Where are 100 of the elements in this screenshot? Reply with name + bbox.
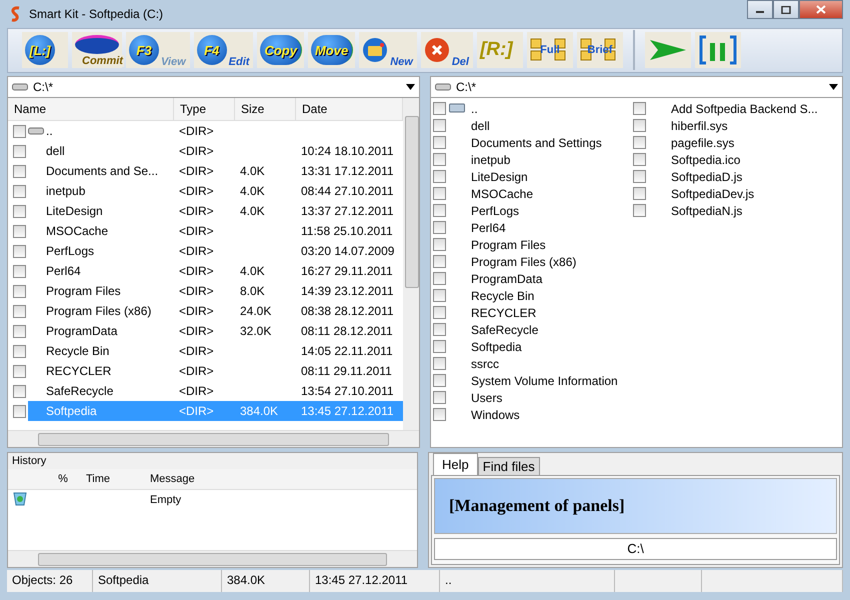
- checkbox[interactable]: [13, 124, 26, 138]
- checkbox[interactable]: [633, 204, 646, 218]
- checkbox[interactable]: [633, 102, 646, 116]
- checkbox[interactable]: [433, 391, 446, 404]
- maximize-button[interactable]: [773, 0, 799, 19]
- checkbox[interactable]: [13, 384, 26, 398]
- tab[interactable]: Help: [433, 452, 478, 475]
- file-row[interactable]: Program Files <DIR> 8.0K 14:39 23.12.2011: [28, 281, 403, 302]
- checkbox[interactable]: [633, 153, 646, 166]
- toolbar-button[interactable]: Commit: [72, 32, 122, 68]
- checkbox[interactable]: [433, 136, 446, 150]
- checkbox[interactable]: [13, 224, 26, 238]
- checkbox[interactable]: [13, 324, 26, 338]
- checkbox[interactable]: [13, 284, 26, 298]
- path-field[interactable]: C:\: [434, 538, 837, 560]
- file-row[interactable]: Recycle Bin <DIR> 14:05 22.11.2011: [28, 341, 403, 362]
- file-row[interactable]: inetpub <DIR> 4.0K 08:44 27.10.2011: [28, 181, 403, 202]
- checkbox[interactable]: [633, 187, 646, 200]
- column-header[interactable]: Message: [146, 472, 417, 485]
- toolbar-button[interactable]: Full: [526, 32, 573, 68]
- checkbox[interactable]: [433, 289, 446, 302]
- file-name[interactable]: ssrcc: [471, 356, 499, 371]
- vertical-scrollbar[interactable]: [403, 98, 419, 430]
- file-row[interactable]: dell <DIR> 10:24 18.10.2011: [28, 141, 403, 162]
- horizontal-scrollbar[interactable]: [8, 430, 419, 447]
- checkbox[interactable]: [433, 272, 446, 286]
- file-name[interactable]: MSOCache: [471, 186, 534, 201]
- file-name[interactable]: Perl64: [471, 220, 506, 235]
- checkbox[interactable]: [433, 238, 446, 252]
- file-row[interactable]: PerfLogs <DIR> 03:20 14.07.2009: [28, 241, 403, 262]
- column-header[interactable]: Type: [174, 98, 235, 120]
- checkbox[interactable]: [433, 357, 446, 370]
- checkbox[interactable]: [13, 164, 26, 178]
- file-name[interactable]: Softpedia.ico: [671, 152, 740, 167]
- checkbox[interactable]: [433, 204, 446, 218]
- checkbox[interactable]: [13, 144, 26, 158]
- file-name[interactable]: RECYCLER: [471, 306, 536, 320]
- toolbar-button[interactable]: Brief: [576, 32, 623, 68]
- checkbox[interactable]: [433, 119, 446, 132]
- checkbox[interactable]: [433, 408, 446, 422]
- file-name[interactable]: Users: [471, 390, 502, 405]
- checkbox[interactable]: [433, 323, 446, 336]
- file-name[interactable]: dell: [471, 118, 490, 133]
- checkbox[interactable]: [433, 221, 446, 234]
- checkbox[interactable]: [13, 244, 26, 258]
- toolbar-button[interactable]: [694, 32, 741, 68]
- file-name[interactable]: ..: [471, 102, 478, 116]
- file-name[interactable]: Documents and Settings: [471, 136, 602, 150]
- file-name[interactable]: pagefile.sys: [671, 136, 734, 150]
- file-name[interactable]: inetpub: [471, 152, 510, 167]
- file-row[interactable]: Documents and Se... <DIR> 4.0K 13:31 17.12.2011: [28, 161, 403, 182]
- checkbox[interactable]: [633, 136, 646, 150]
- checkbox[interactable]: [13, 184, 26, 198]
- toolbar-button[interactable]: New: [359, 32, 417, 68]
- checkbox[interactable]: [433, 187, 446, 200]
- file-row[interactable]: ProgramData <DIR> 32.0K 08:11 28.12.2011: [28, 321, 403, 342]
- minimize-button[interactable]: [747, 0, 773, 19]
- file-name[interactable]: PerfLogs: [471, 204, 520, 218]
- toolbar-button[interactable]: Del: [420, 32, 473, 68]
- checkbox[interactable]: [433, 255, 446, 268]
- checkbox[interactable]: [433, 306, 446, 320]
- file-name[interactable]: SoftpediaN.js: [671, 204, 742, 218]
- checkbox[interactable]: [433, 374, 446, 388]
- checkbox[interactable]: [13, 404, 26, 418]
- checkbox[interactable]: [13, 204, 26, 218]
- file-name[interactable]: SafeRecycle: [471, 322, 538, 337]
- checkbox[interactable]: [433, 170, 446, 184]
- file-name[interactable]: SoftpediaDev.js: [671, 186, 754, 201]
- toolbar-button[interactable]: F4 Edit: [194, 32, 254, 68]
- file-name[interactable]: Add Softpedia Backend S...: [671, 102, 818, 116]
- file-name[interactable]: Program Files (x86): [471, 254, 576, 269]
- file-name[interactable]: Program Files: [471, 238, 546, 252]
- file-name[interactable]: Windows: [471, 408, 520, 422]
- checkbox[interactable]: [13, 344, 26, 358]
- column-header[interactable]: Name: [8, 98, 174, 120]
- checkbox[interactable]: [13, 304, 26, 318]
- file-row[interactable]: SafeRecycle <DIR> 13:54 27.10.2011: [28, 381, 403, 402]
- file-name[interactable]: ProgramData: [471, 272, 542, 286]
- column-header[interactable]: Size: [235, 98, 296, 120]
- file-name[interactable]: hiberfil.sys: [671, 118, 728, 133]
- checkbox[interactable]: [433, 102, 446, 116]
- file-name[interactable]: SoftpediaD.js: [671, 170, 742, 184]
- file-name[interactable]: Recycle Bin: [471, 288, 534, 303]
- file-name[interactable]: Softpedia: [471, 340, 522, 354]
- file-row[interactable]: MSOCache <DIR> 11:58 25.10.2011: [28, 221, 403, 242]
- file-name[interactable]: LiteDesign: [471, 170, 528, 184]
- horizontal-scrollbar[interactable]: [8, 550, 417, 568]
- checkbox[interactable]: [633, 119, 646, 132]
- file-name[interactable]: System Volume Information: [471, 374, 618, 388]
- close-button[interactable]: [799, 0, 843, 19]
- file-row[interactable]: .. <DIR>: [28, 121, 403, 142]
- checkbox[interactable]: [433, 153, 446, 166]
- column-header[interactable]: Time: [82, 472, 146, 485]
- file-row[interactable]: RECYCLER <DIR> 08:11 29.11.2011: [28, 361, 403, 382]
- column-header[interactable]: %: [40, 472, 82, 485]
- checkbox[interactable]: [433, 340, 446, 354]
- toolbar-button[interactable]: [644, 32, 691, 68]
- tab[interactable]: Find files: [478, 456, 540, 475]
- checkbox[interactable]: [13, 264, 26, 278]
- file-row[interactable]: Program Files (x86) <DIR> 24.0K 08:38 28.12.2011: [28, 301, 403, 322]
